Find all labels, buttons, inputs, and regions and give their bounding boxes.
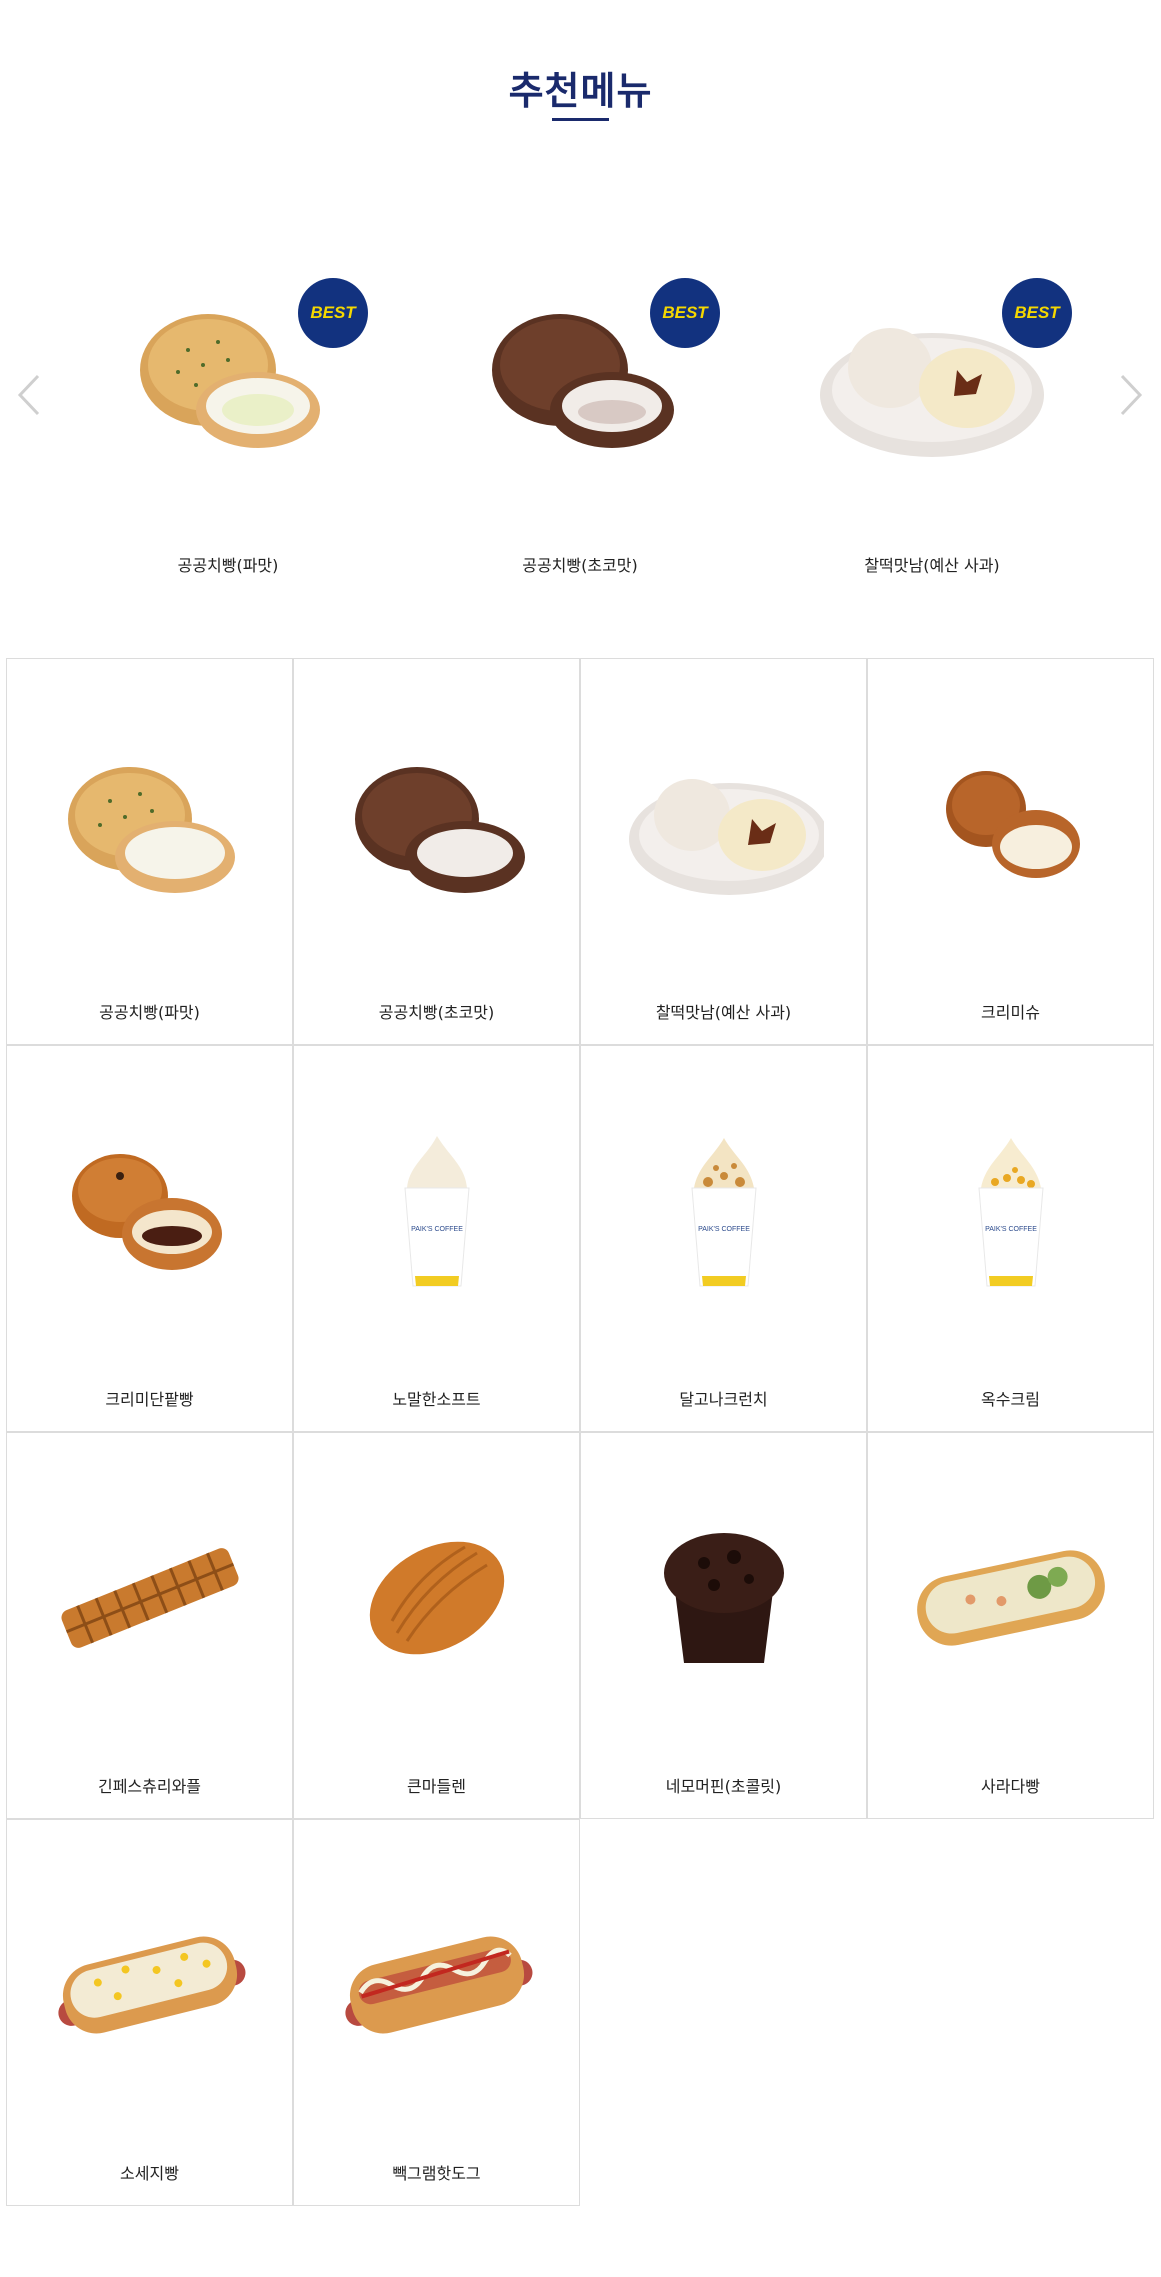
menu-item[interactable]: 소세지빵 — [6, 1819, 293, 2206]
salad-bread-image — [911, 1513, 1111, 1683]
menu-item[interactable]: 공공치빵(파맛) — [6, 658, 293, 1045]
chevron-right-icon — [1120, 374, 1143, 416]
corn-cream-cup-image: PAIK'S COFFEE — [911, 1126, 1111, 1296]
chevron-left-icon — [17, 374, 40, 416]
carousel-slide[interactable]: BEST 공공치빵(파맛) — [78, 270, 378, 590]
hotdog-image — [337, 1900, 537, 2070]
menu-item[interactable]: 크리미슈 — [867, 658, 1154, 1045]
menu-item[interactable]: 크리미단팥빵 — [6, 1045, 293, 1432]
title-underline — [552, 118, 609, 121]
sausage-bread-image — [50, 1900, 250, 2070]
menu-item-name: 노말한소프트 — [392, 1390, 481, 1409]
slide-name: 공공치빵(파맛) — [177, 556, 279, 575]
menu-item[interactable]: 사라다빵 — [867, 1432, 1154, 1819]
menu-item[interactable]: PAIK'S COFFEE 옥수크림 — [867, 1045, 1154, 1432]
menu-item[interactable]: 큰마들렌 — [293, 1432, 580, 1819]
menu-item[interactable]: 찰떡맛남(예산 사과) — [580, 658, 867, 1045]
best-badge: BEST — [1002, 278, 1072, 348]
menu-item[interactable]: 긴페스츄리와플 — [6, 1432, 293, 1819]
pa-bread-image — [50, 739, 250, 909]
carousel-slide[interactable]: BEST 공공치빵(초코맛) — [430, 270, 730, 590]
red-bean-bread-image — [50, 1126, 250, 1296]
menu-item[interactable]: 네모머핀(초콜릿) — [580, 1432, 867, 1819]
page-title: 추천메뉴 — [508, 69, 653, 113]
svg-text:PAIK'S COFFEE: PAIK'S COFFEE — [411, 1226, 463, 1233]
svg-text:PAIK'S COFFEE: PAIK'S COFFEE — [698, 1226, 750, 1233]
best-badge: BEST — [298, 278, 368, 348]
menu-item-name: 공공치빵(초코맛) — [378, 1003, 495, 1022]
slide-name: 찰떡맛남(예산 사과) — [864, 556, 1000, 575]
best-badge: BEST — [650, 278, 720, 348]
menu-item-name: 옥수크림 — [981, 1390, 1040, 1409]
rice-cake-bread-image — [624, 739, 829, 909]
cream-puff-image — [911, 739, 1111, 909]
choco-bread-image — [337, 739, 537, 909]
chocolate-muffin-image — [624, 1513, 824, 1683]
menu-item-name: 크리미단팥빵 — [105, 1390, 194, 1409]
dalgona-cup-image: PAIK'S COFFEE — [624, 1126, 824, 1296]
menu-item-name: 달고나크런치 — [679, 1390, 768, 1409]
menu-item-name: 크리미슈 — [981, 1003, 1040, 1022]
madeleine-image — [337, 1513, 537, 1683]
menu-item-name: 큰마들렌 — [407, 1777, 466, 1796]
menu-item-name: 사라다빵 — [981, 1777, 1040, 1796]
menu-item[interactable]: 공공치빵(초코맛) — [293, 658, 580, 1045]
menu-item[interactable]: 빽그램핫도그 — [293, 1819, 580, 2206]
menu-item-name: 소세지빵 — [120, 2164, 179, 2183]
menu-item-name: 찰떡맛남(예산 사과) — [655, 1003, 792, 1022]
menu-item-name: 네모머핀(초콜릿) — [665, 1777, 782, 1796]
carousel-slide[interactable]: BEST 찰떡맛남(예산 사과) — [782, 270, 1082, 590]
menu-item-name: 긴페스츄리와플 — [97, 1777, 202, 1796]
svg-text:PAIK'S COFFEE: PAIK'S COFFEE — [985, 1226, 1037, 1233]
waffle-image — [50, 1513, 250, 1683]
carousel-next-button[interactable] — [1110, 370, 1150, 420]
menu-item-name: 빽그램핫도그 — [392, 2164, 481, 2183]
menu-item-name: 공공치빵(파맛) — [99, 1003, 200, 1022]
carousel-prev-button[interactable] — [10, 370, 50, 420]
slide-name: 공공치빵(초코맛) — [522, 556, 638, 575]
soft-serve-cup-image: PAIK'S COFFEE — [337, 1126, 537, 1296]
menu-item[interactable]: PAIK'S COFFEE 달고나크런치 — [580, 1045, 867, 1432]
menu-item[interactable]: PAIK'S COFFEE 노말한소프트 — [293, 1045, 580, 1432]
